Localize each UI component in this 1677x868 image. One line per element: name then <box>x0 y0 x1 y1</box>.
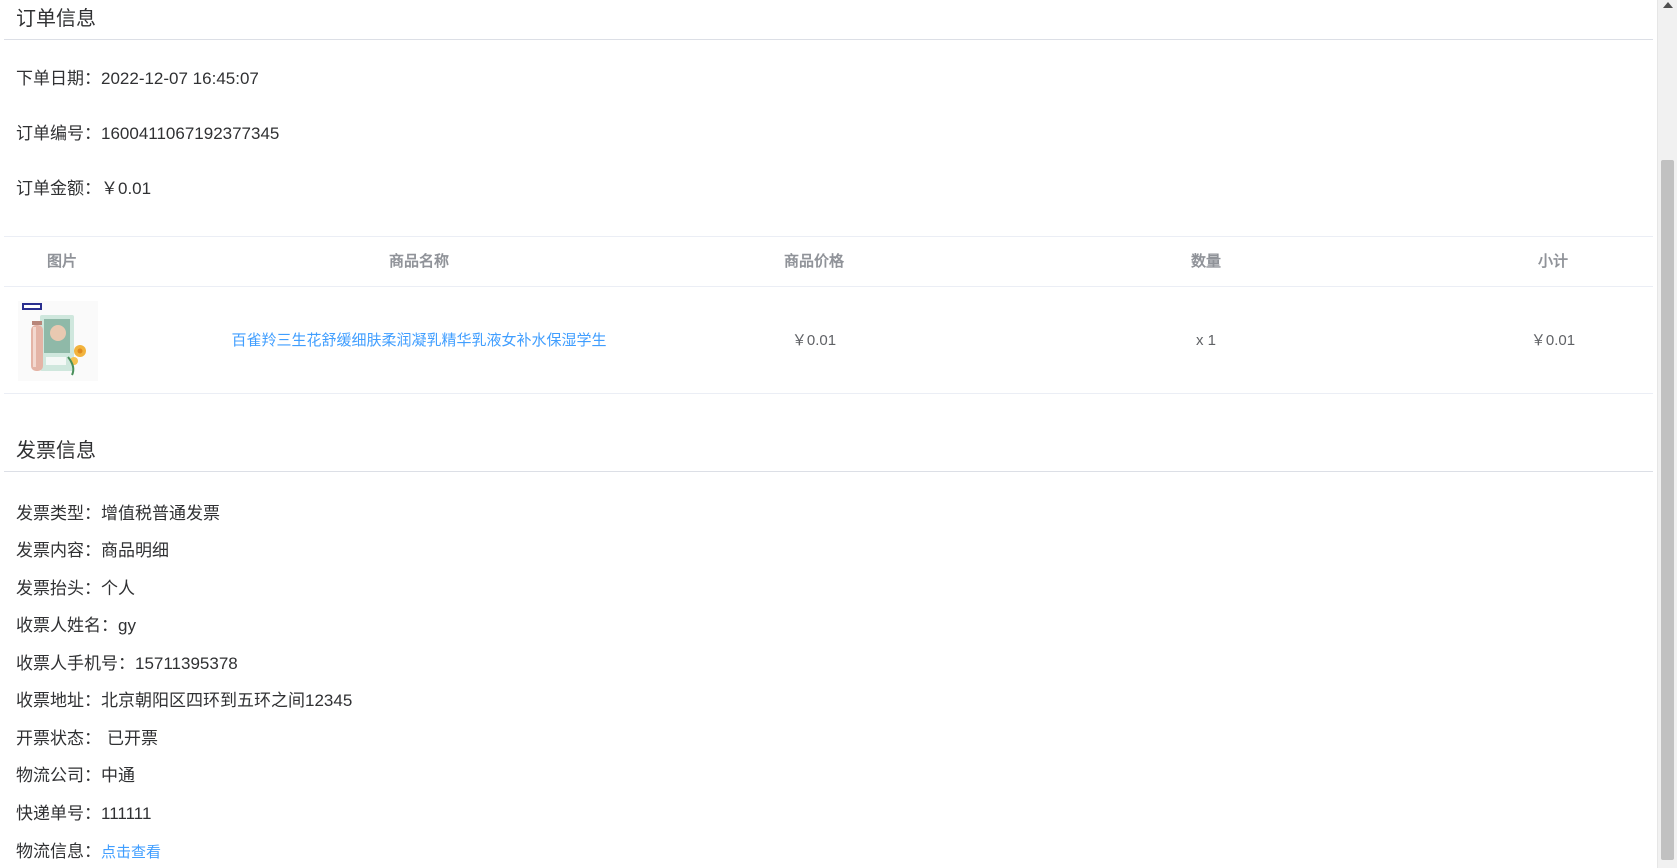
order-number-field: 订单编号：1600411067192377345 <box>16 119 279 144</box>
order-date-label: 下单日期： <box>16 69 101 88</box>
recipient-address-field: 收票地址：北京朝阳区四环到五环之间12345 <box>16 686 352 711</box>
invoice-type-label: 发票类型： <box>16 504 101 523</box>
logistics-company-field: 物流公司：中通 <box>16 761 135 786</box>
order-date-value: 2022-12-07 16:45:07 <box>101 69 259 88</box>
recipient-name-value: gy <box>118 616 136 635</box>
invoice-title-field: 发票抬头：个人 <box>16 574 135 599</box>
order-number-label: 订单编号： <box>16 124 101 143</box>
invoice-info-title: 发票信息 <box>16 440 96 462</box>
invoice-title-value: 个人 <box>101 579 135 598</box>
recipient-name-field: 收票人姓名：gy <box>16 611 136 636</box>
table-header-price: 商品价格 <box>783 253 844 270</box>
logistics-info-field: 物流信息：点击查看 <box>16 837 161 862</box>
order-date-field: 下单日期：2022-12-07 16:45:07 <box>16 64 259 89</box>
table-header-quantity: 数量 <box>1190 253 1221 270</box>
recipient-address-label: 收票地址： <box>16 691 101 710</box>
recipient-address-value: 北京朝阳区四环到五环之间12345 <box>101 691 353 710</box>
table-row: 百雀羚三生花舒缓细肤柔润凝乳精华乳液女补水保湿学生 ￥0.01 x 1 ￥0.0… <box>4 287 1653 394</box>
order-amount-field: 订单金额：￥0.01 <box>16 174 151 199</box>
order-amount-label: 订单金额： <box>16 179 101 198</box>
invoice-type-value: 增值税普通发票 <box>101 504 220 523</box>
recipient-phone-value: 15711395378 <box>135 654 238 673</box>
invoice-status-badge: 已开票 <box>107 729 158 748</box>
tracking-number-value: 111111 <box>101 804 152 823</box>
recipient-phone-field: 收票人手机号：15711395378 <box>16 649 238 674</box>
logistics-company-value: 中通 <box>101 766 135 785</box>
product-quantity: x 1 <box>1195 332 1216 349</box>
invoice-content-value: 商品明细 <box>101 541 169 560</box>
invoice-status-label: 开票状态： <box>16 729 101 748</box>
invoice-type-field: 发票类型：增值税普通发票 <box>16 499 220 524</box>
view-logistics-link[interactable]: 点击查看 <box>101 844 161 861</box>
tracking-number-label: 快递单号： <box>16 804 101 823</box>
order-amount-value: ￥0.01 <box>101 179 152 198</box>
invoice-content-field: 发票内容：商品明细 <box>16 536 169 561</box>
invoice-info-header: 发票信息 <box>4 412 1653 472</box>
table-header-row: 图片 商品名称 商品价格 数量 小计 <box>4 237 1653 287</box>
invoice-content-label: 发票内容： <box>16 541 101 560</box>
order-info-header: 订单信息 <box>4 0 1653 40</box>
product-subtotal: ￥0.01 <box>1530 332 1576 349</box>
order-detail-page: 订单信息 下单日期：2022-12-07 16:45:07 订单编号：16004… <box>0 0 1677 868</box>
scroll-up-arrow-icon[interactable] <box>1663 2 1673 8</box>
invoice-title-label: 发票抬头： <box>16 579 101 598</box>
table-header-image: 图片 <box>46 253 77 270</box>
table-header-name: 商品名称 <box>388 253 449 270</box>
product-price: ￥0.01 <box>791 332 837 349</box>
order-info-title: 订单信息 <box>16 8 96 30</box>
order-number-value: 1600411067192377345 <box>101 124 280 143</box>
logistics-company-label: 物流公司： <box>16 766 101 785</box>
vertical-scrollbar[interactable] <box>1657 0 1677 868</box>
order-items-table: 图片 商品名称 商品价格 数量 小计 百雀羚三生花舒缓细肤柔润凝乳精华乳液女补水… <box>4 236 1653 394</box>
invoice-status-field: 开票状态： 已开票 <box>16 724 158 749</box>
product-name-link[interactable]: 百雀羚三生花舒缓细肤柔润凝乳精华乳液女补水保湿学生 <box>219 287 619 394</box>
recipient-phone-label: 收票人手机号： <box>16 654 135 673</box>
logistics-info-label: 物流信息： <box>16 842 101 861</box>
product-image-icon <box>22 303 86 376</box>
scrollbar-thumb[interactable] <box>1661 160 1674 860</box>
tracking-number-field: 快递单号：111111 <box>16 799 151 824</box>
order-detail-card: 订单信息 下单日期：2022-12-07 16:45:07 订单编号：16004… <box>4 0 1653 868</box>
recipient-name-label: 收票人姓名： <box>16 616 118 635</box>
table-header-subtotal: 小计 <box>1537 253 1568 270</box>
product-thumbnail[interactable] <box>18 301 98 381</box>
